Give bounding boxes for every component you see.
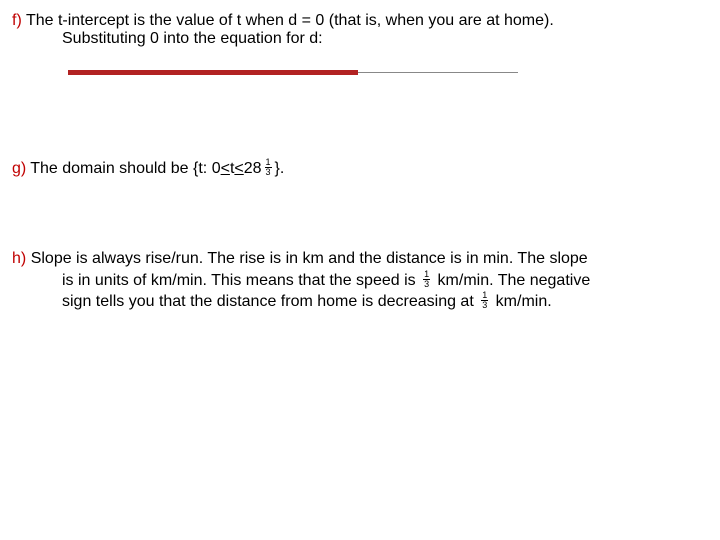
label-g: g) bbox=[12, 160, 26, 178]
f-line2: Substituting 0 into the equation for d: bbox=[62, 30, 323, 47]
g-suffix: }. bbox=[275, 160, 285, 178]
h-frac2-num: 1 bbox=[482, 291, 487, 300]
item-h: h) Slope is always rise/run. The rise is… bbox=[12, 248, 708, 313]
h-part2b: km/min. The negative bbox=[433, 272, 590, 289]
g-fraction: 1 3 bbox=[265, 158, 272, 177]
f-line1: The t-intercept is the value of t when d… bbox=[26, 12, 554, 29]
h-frac2: 1 3 bbox=[481, 291, 488, 310]
gray-line bbox=[358, 72, 518, 73]
h-part1: Slope is always rise/run. The rise is in… bbox=[31, 250, 588, 267]
h-frac2-den: 3 bbox=[481, 300, 488, 310]
slide-content: f) The t-intercept is the value of t whe… bbox=[0, 0, 720, 313]
g-space: 28 bbox=[244, 160, 262, 178]
g-prefix: The domain should be {t: 0 bbox=[30, 160, 220, 178]
label-f: f) bbox=[12, 12, 22, 29]
h-part2a: is in units of km/min. This means that t… bbox=[62, 272, 420, 289]
red-bar bbox=[68, 70, 358, 75]
h-part3b: km/min. bbox=[491, 293, 551, 310]
h-frac1: 1 3 bbox=[423, 270, 430, 289]
g-frac-num: 1 bbox=[266, 158, 271, 167]
g-lt2: < bbox=[234, 160, 243, 178]
divider bbox=[68, 70, 708, 75]
g-frac-den: 3 bbox=[265, 167, 272, 177]
item-g: g) The domain should be {t: 0 < t < 28 1… bbox=[12, 159, 708, 178]
h-part3a: sign tells you that the distance from ho… bbox=[62, 293, 478, 310]
label-h: h) bbox=[12, 250, 26, 267]
h-frac1-den: 3 bbox=[423, 279, 430, 289]
h-frac1-num: 1 bbox=[424, 270, 429, 279]
g-lt1: < bbox=[221, 160, 230, 178]
h-line2: is in units of km/min. This means that t… bbox=[62, 272, 590, 289]
item-f: f) The t-intercept is the value of t whe… bbox=[12, 12, 708, 48]
h-line3: sign tells you that the distance from ho… bbox=[62, 293, 552, 310]
